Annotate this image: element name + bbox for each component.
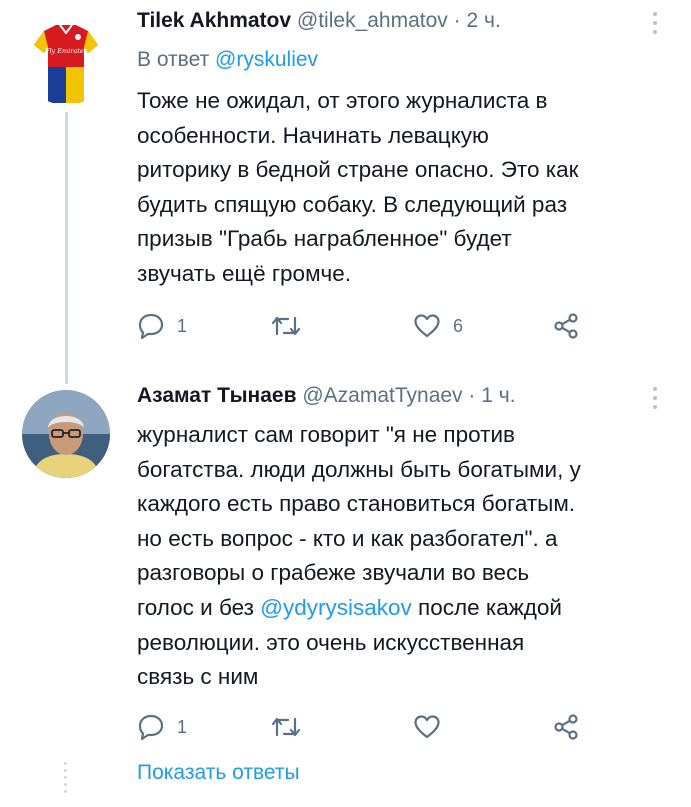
separator: ·: [468, 384, 476, 407]
tweet-tilek[interactable]: Fly Emirates Tilek Akhmatov @tilek_ahmat…: [0, 0, 691, 370]
tweet-azamat[interactable]: Азамат Тынаев @AzamatTynaev · 1 ч. журна…: [0, 370, 691, 807]
reply-context: В ответ @ryskuliev: [137, 48, 318, 72]
thread-line: [65, 112, 68, 370]
thread-line-top: [65, 370, 68, 384]
avatar-azamat[interactable]: [22, 390, 110, 478]
reply-icon: [138, 313, 164, 339]
timestamp[interactable]: 2 ч.: [466, 9, 500, 32]
like-button[interactable]: 6: [413, 313, 463, 339]
reply-icon: [138, 714, 164, 740]
share-icon: [554, 714, 578, 740]
avatar-sponsor-text: Fly Emirates: [44, 47, 88, 55]
retweet-icon: [271, 316, 301, 336]
share-button[interactable]: [552, 312, 580, 340]
separator: ·: [453, 9, 461, 32]
user-handle[interactable]: @tilek_ahmatov: [297, 9, 448, 32]
jersey-avatar-icon: Fly Emirates: [22, 17, 110, 105]
share-button[interactable]: [552, 713, 580, 741]
tweet-header: Tilek Akhmatov @tilek_ahmatov · 2 ч.: [137, 9, 501, 33]
reply-button[interactable]: 1: [137, 714, 187, 740]
share-icon: [554, 313, 578, 339]
reply-count: 1: [177, 716, 188, 737]
reply-count: 1: [177, 315, 188, 336]
tweet-text: Тоже не ожидал, от этого журналиста в ос…: [137, 88, 579, 286]
display-name[interactable]: Tilek Akhmatov: [137, 9, 291, 32]
more-options-icon[interactable]: [650, 387, 660, 414]
like-button[interactable]: [413, 714, 453, 740]
mention-link[interactable]: @ydyrysisakov: [260, 595, 412, 620]
display-name[interactable]: Азамат Тынаев: [137, 384, 297, 407]
heart-icon: [414, 715, 440, 739]
person-avatar-icon: [22, 390, 110, 478]
avatar-tilek[interactable]: Fly Emirates: [22, 17, 110, 105]
user-handle[interactable]: @AzamatTynaev: [302, 384, 462, 407]
tweet-text-part: журналист сам говорит "я не против богат…: [137, 422, 581, 620]
show-replies-link[interactable]: Показать ответы: [137, 761, 300, 785]
tweet-header: Азамат Тынаев @AzamatTynaev · 1 ч.: [137, 384, 516, 408]
like-count: 6: [453, 315, 464, 336]
thread-continuation-dots: [64, 762, 68, 797]
timestamp[interactable]: 1 ч.: [481, 384, 515, 407]
reply-button[interactable]: 1: [137, 313, 187, 339]
tweet-text: журналист сам говорит "я не против богат…: [137, 418, 677, 695]
retweet-icon: [271, 717, 301, 737]
heart-icon: [414, 314, 440, 338]
reply-to-link[interactable]: @ryskuliev: [215, 48, 318, 71]
more-options-icon[interactable]: [650, 12, 660, 39]
retweet-button[interactable]: [271, 314, 313, 338]
reply-prefix: В ответ: [137, 48, 210, 71]
retweet-button[interactable]: [271, 715, 313, 739]
